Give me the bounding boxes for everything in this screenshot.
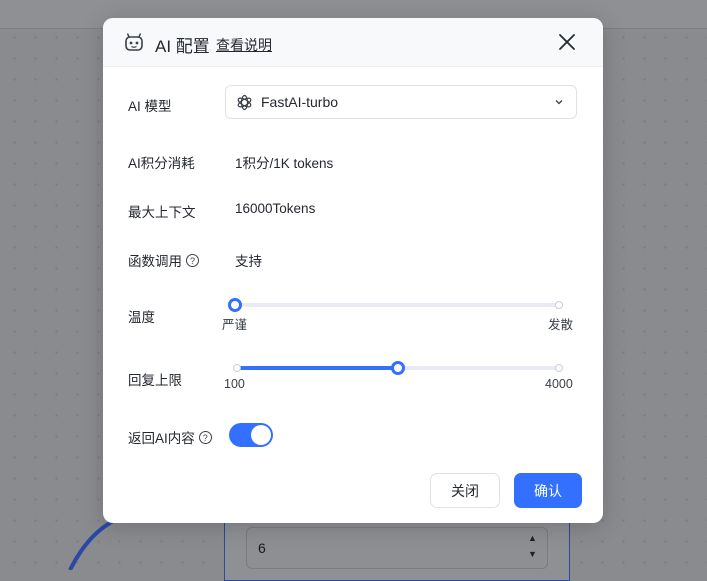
temperature-min-label: 严谨 <box>222 318 248 332</box>
help-link[interactable]: 查看说明 <box>216 35 272 55</box>
model-select[interactable]: FastAI-turbo <box>225 85 577 119</box>
cost-value: 1积分/1K tokens <box>235 156 334 171</box>
function-call-label: 函数调用 <box>128 254 182 269</box>
model-label: AI 模型 <box>128 99 172 114</box>
help-question-icon[interactable]: ? <box>198 430 212 444</box>
max-reply-max-label: 4000 <box>545 377 573 391</box>
max-reply-slider-end-dot <box>555 364 563 372</box>
temperature-slider-track[interactable] <box>235 303 559 307</box>
max-reply-slider-fill <box>237 366 398 370</box>
function-call-row-label: 函数调用 ? <box>128 250 199 270</box>
cost-label: AI积分消耗 <box>128 156 195 171</box>
temperature-slider-end-dot <box>555 301 563 309</box>
ai-config-dialog: AI 配置 查看说明 AI 模型 FastAI-turbo AI积分消耗 1积分… <box>103 18 603 523</box>
background-number-value: 6 <box>258 540 266 556</box>
context-value: 16000Tokens <box>235 201 316 216</box>
max-reply-slider-start-dot <box>233 364 241 372</box>
openai-logo-icon <box>237 94 252 111</box>
return-ai-row-label: 返回AI内容 ? <box>128 427 212 447</box>
max-reply-slider-thumb[interactable] <box>391 361 405 375</box>
return-ai-toggle[interactable] <box>229 423 273 447</box>
max-reply-label: 回复上限 <box>128 373 182 388</box>
close-button[interactable]: 关闭 <box>430 473 500 508</box>
confirm-button[interactable]: 确认 <box>514 473 582 508</box>
robot-icon <box>125 33 143 51</box>
background-number-input[interactable] <box>246 527 548 569</box>
dialog-title: AI 配置 <box>155 37 210 56</box>
function-call-value: 支持 <box>235 254 262 269</box>
temperature-label: 温度 <box>128 310 155 325</box>
chevron-down-icon <box>555 100 563 105</box>
help-question-icon[interactable]: ? <box>186 253 199 267</box>
context-label: 最大上下文 <box>128 205 196 220</box>
return-ai-label: 返回AI内容 <box>128 431 195 446</box>
dialog-header: AI 配置 查看说明 <box>103 18 603 67</box>
close-icon[interactable] <box>555 30 579 54</box>
temperature-slider-thumb[interactable] <box>228 298 242 312</box>
number-stepper-arrows[interactable]: ▲ ▼ <box>528 530 537 562</box>
max-reply-min-label: 100 <box>224 377 245 391</box>
temperature-max-label: 发散 <box>548 318 574 332</box>
toggle-knob <box>251 425 271 445</box>
model-select-value: FastAI-turbo <box>261 94 339 110</box>
